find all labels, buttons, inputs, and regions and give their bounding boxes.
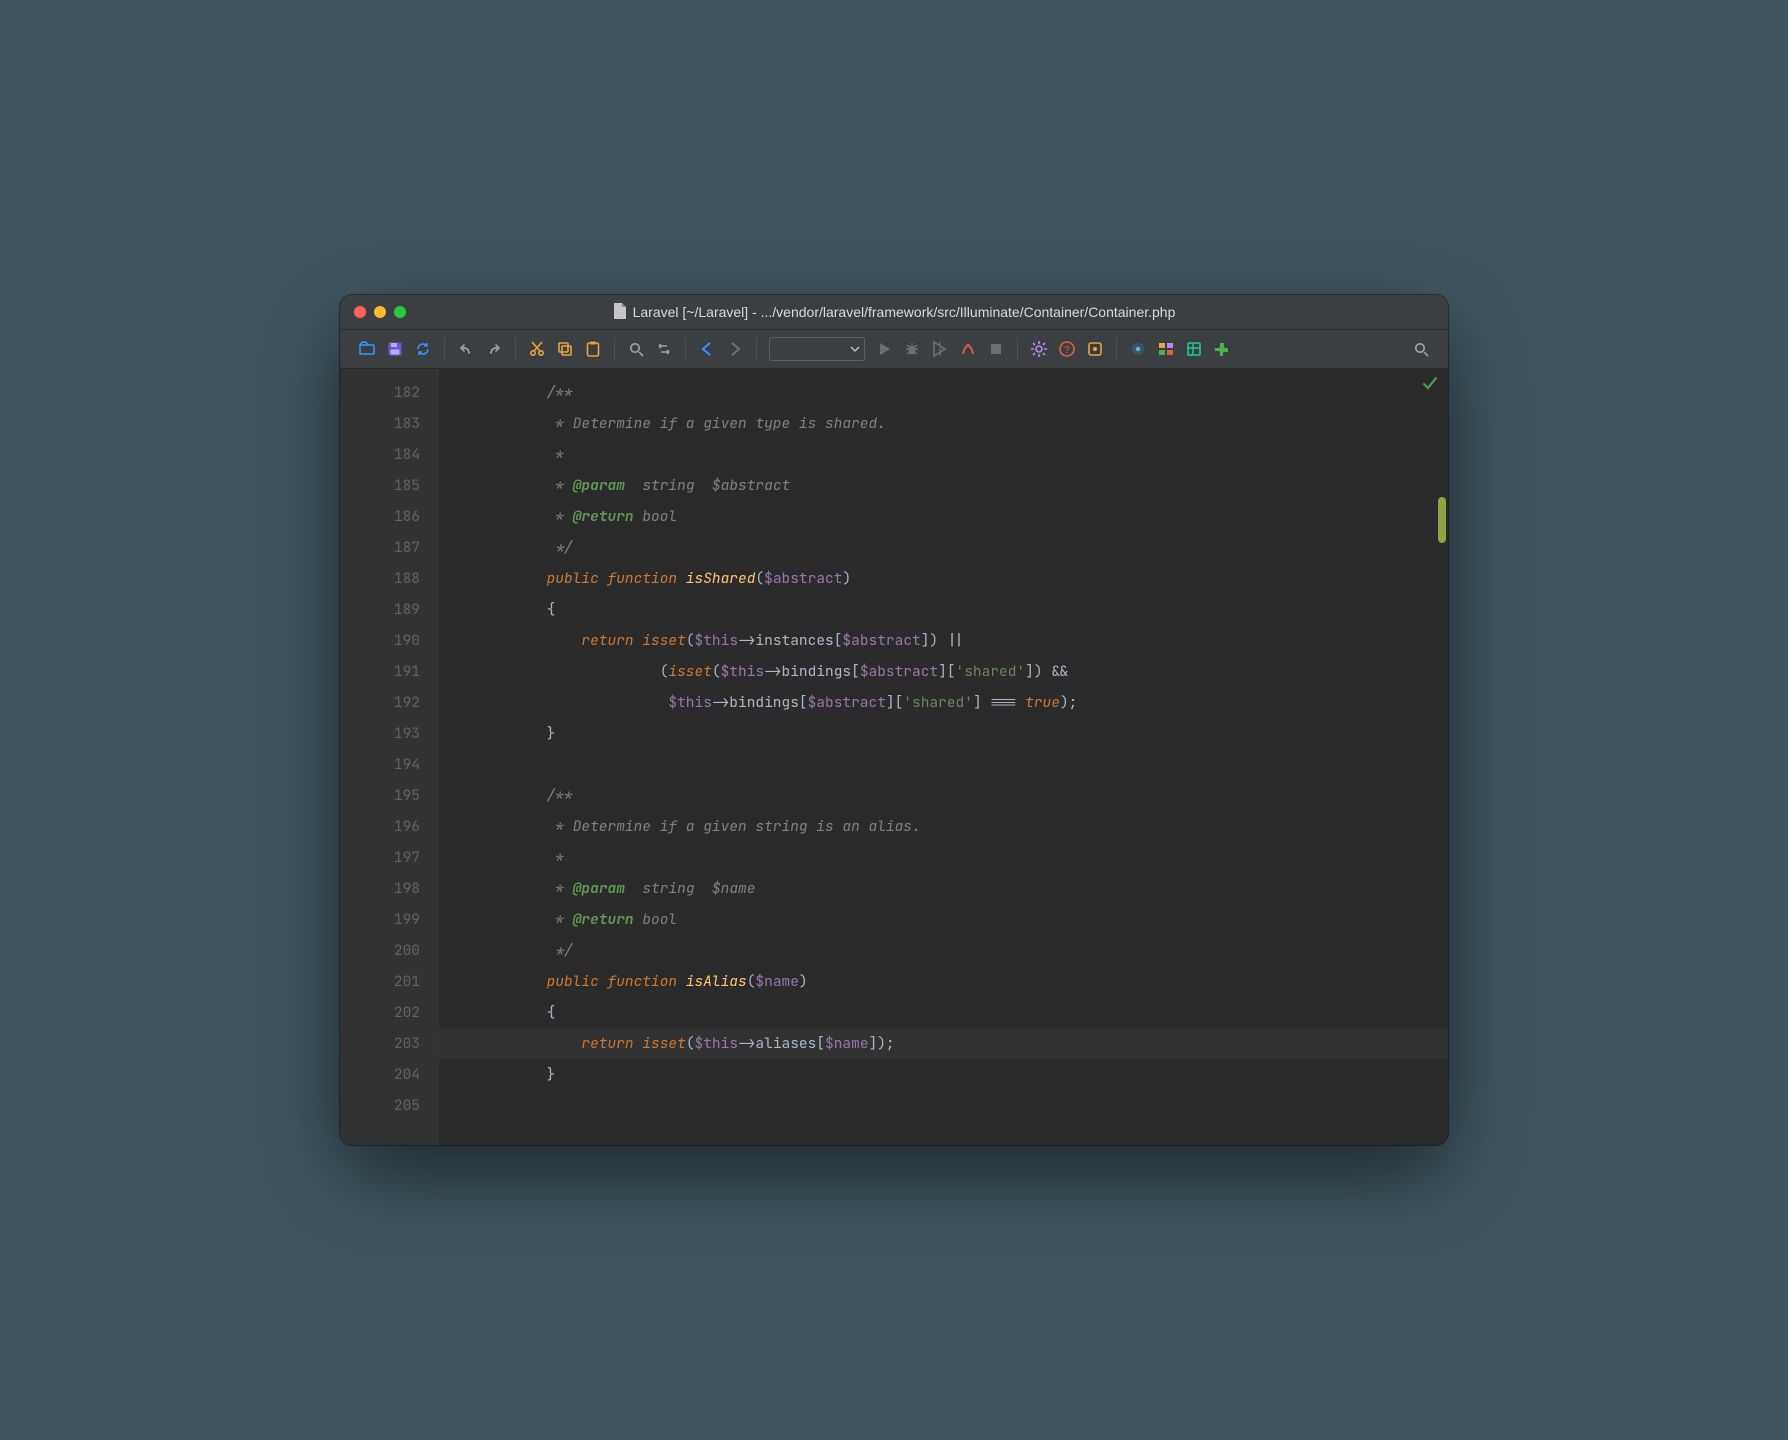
back-icon[interactable] <box>698 340 716 358</box>
code-line[interactable]: } <box>439 718 1448 749</box>
compare-icon[interactable] <box>1157 340 1175 358</box>
ide-window: Laravel [~/Laravel] - .../vendor/laravel… <box>340 295 1448 1145</box>
code-line[interactable]: */ <box>439 532 1448 563</box>
code-area[interactable]: /** * Determine if a given type is share… <box>439 369 1448 1145</box>
toolbar-separator <box>756 338 757 360</box>
structure-icon[interactable] <box>1129 340 1147 358</box>
replace-icon[interactable] <box>655 340 673 358</box>
line-number: 192 <box>340 687 420 718</box>
maximize-window-button[interactable] <box>394 306 406 318</box>
code-line[interactable]: { <box>439 594 1448 625</box>
line-number-gutter: 1821831841851861871881891901911921931941… <box>340 369 439 1145</box>
reload-icon[interactable] <box>414 340 432 358</box>
line-number: 202 <box>340 997 420 1028</box>
code-line[interactable]: } <box>439 1059 1448 1090</box>
toolbar-separator <box>515 338 516 360</box>
line-number: 190 <box>340 625 420 656</box>
code-line[interactable]: return isset($this->aliases[$name]); <box>439 1028 1448 1059</box>
plugins-icon[interactable] <box>1213 340 1231 358</box>
line-number: 184 <box>340 439 420 470</box>
code-line[interactable]: * @return bool <box>439 904 1448 935</box>
line-number: 201 <box>340 966 420 997</box>
run-icon[interactable] <box>875 340 893 358</box>
undo-icon[interactable] <box>457 340 475 358</box>
line-number: 187 <box>340 532 420 563</box>
code-line[interactable] <box>439 1090 1448 1121</box>
code-line[interactable]: $this->bindings[$abstract]['shared'] ===… <box>439 687 1448 718</box>
code-line[interactable]: * Determine if a given string is an alia… <box>439 811 1448 842</box>
line-number: 197 <box>340 842 420 873</box>
toolbar-separator <box>1116 338 1117 360</box>
debug-icon[interactable] <box>903 340 921 358</box>
copy-icon[interactable] <box>556 340 574 358</box>
code-line[interactable] <box>439 749 1448 780</box>
settings-icon[interactable] <box>1030 340 1048 358</box>
code-line[interactable]: /** <box>439 377 1448 408</box>
code-line[interactable]: (isset($this->bindings[$abstract]['share… <box>439 656 1448 687</box>
toolbar-separator <box>614 338 615 360</box>
paste-icon[interactable] <box>584 340 602 358</box>
code-line[interactable]: * @param string $name <box>439 873 1448 904</box>
line-number: 203 <box>340 1028 420 1059</box>
line-number: 196 <box>340 811 420 842</box>
ide-scripting-icon[interactable] <box>1086 340 1104 358</box>
line-number: 191 <box>340 656 420 687</box>
line-number: 188 <box>340 563 420 594</box>
file-icon <box>613 303 627 322</box>
redo-icon[interactable] <box>485 340 503 358</box>
code-line[interactable]: public function isAlias($name) <box>439 966 1448 997</box>
line-number: 182 <box>340 377 420 408</box>
window-title: Laravel [~/Laravel] - .../vendor/laravel… <box>340 303 1448 322</box>
minimize-window-button[interactable] <box>374 306 386 318</box>
code-line[interactable]: { <box>439 997 1448 1028</box>
toolbar-separator <box>444 338 445 360</box>
line-number: 183 <box>340 408 420 439</box>
line-number: 205 <box>340 1090 420 1121</box>
forward-icon[interactable] <box>726 340 744 358</box>
line-number: 204 <box>340 1059 420 1090</box>
editor[interactable]: 1821831841851861871881891901911921931941… <box>340 369 1448 1145</box>
line-number: 194 <box>340 749 420 780</box>
main-toolbar: ? <box>340 330 1448 369</box>
help-icon[interactable]: ? <box>1058 340 1076 358</box>
line-number: 185 <box>340 470 420 501</box>
open-icon[interactable] <box>358 340 376 358</box>
code-line[interactable]: */ <box>439 935 1448 966</box>
line-number: 195 <box>340 780 420 811</box>
save-all-icon[interactable] <box>386 340 404 358</box>
code-line[interactable]: * <box>439 842 1448 873</box>
code-line[interactable]: public function isShared($abstract) <box>439 563 1448 594</box>
svg-text:?: ? <box>1064 345 1070 356</box>
code-line[interactable]: * Determine if a given type is shared. <box>439 408 1448 439</box>
search-everywhere-icon[interactable] <box>1412 340 1430 358</box>
line-number: 198 <box>340 873 420 904</box>
profile-icon[interactable] <box>959 340 977 358</box>
find-icon[interactable] <box>627 340 645 358</box>
code-line[interactable]: * @param string $abstract <box>439 470 1448 501</box>
database-icon[interactable] <box>1185 340 1203 358</box>
line-number: 193 <box>340 718 420 749</box>
line-number: 200 <box>340 935 420 966</box>
toolbar-separator <box>1017 338 1018 360</box>
code-line[interactable]: /** <box>439 780 1448 811</box>
line-number: 189 <box>340 594 420 625</box>
code-line[interactable]: * <box>439 439 1448 470</box>
cut-icon[interactable] <box>528 340 546 358</box>
code-line[interactable]: return isset($this->instances[$abstract]… <box>439 625 1448 656</box>
run-config-dropdown[interactable] <box>769 337 865 361</box>
line-number: 186 <box>340 501 420 532</box>
close-window-button[interactable] <box>354 306 366 318</box>
code-line[interactable]: * @return bool <box>439 501 1448 532</box>
window-titlebar: Laravel [~/Laravel] - .../vendor/laravel… <box>340 295 1448 330</box>
line-number: 199 <box>340 904 420 935</box>
window-controls <box>354 306 406 318</box>
stop-icon[interactable] <box>987 340 1005 358</box>
window-title-text: Laravel [~/Laravel] - .../vendor/laravel… <box>633 304 1176 320</box>
coverage-icon[interactable] <box>931 340 949 358</box>
toolbar-separator <box>685 338 686 360</box>
